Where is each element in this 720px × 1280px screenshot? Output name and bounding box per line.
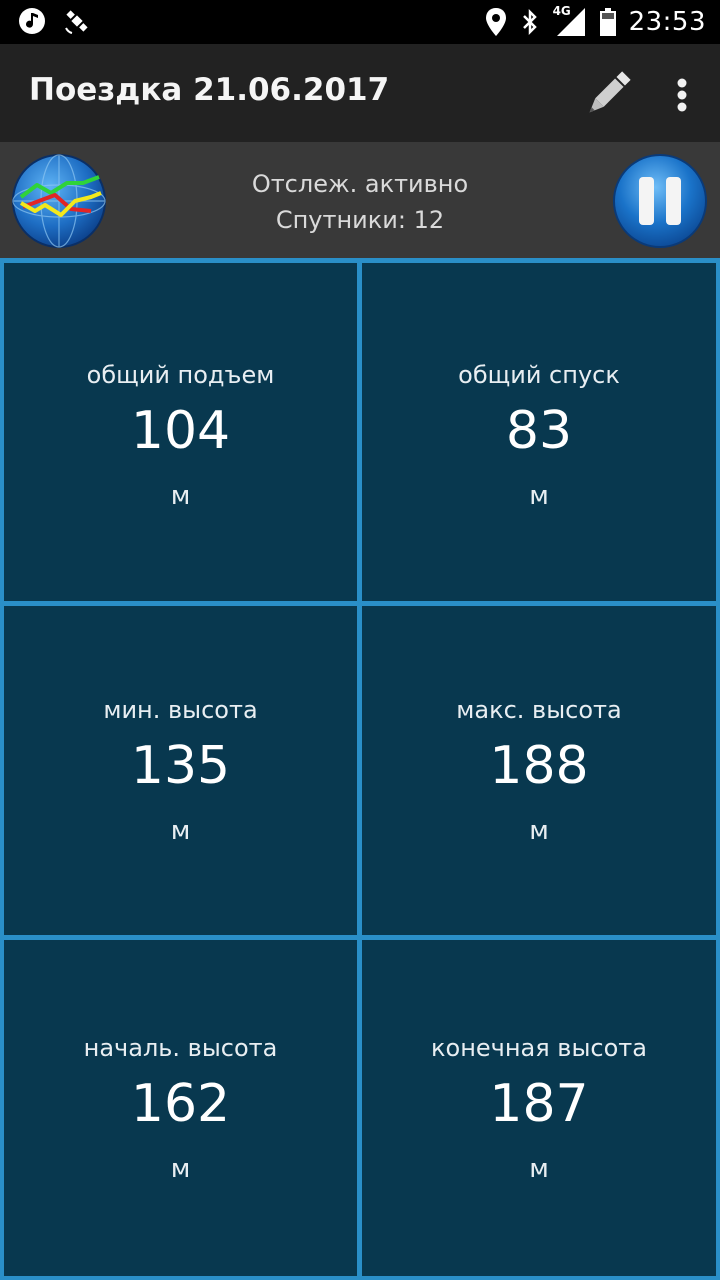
stats-grid: общий подъем 104 м общий спуск 83 м мин.…	[0, 258, 720, 1280]
stat-label: конечная высота	[431, 1034, 647, 1062]
stat-tile-min-altitude[interactable]: мин. высота 135 м	[4, 606, 357, 935]
stat-unit: м	[170, 1154, 191, 1184]
stat-tile-end-altitude[interactable]: конечная высота 187 м	[362, 940, 716, 1276]
stat-label: общий подъем	[86, 361, 275, 389]
stat-value: 188	[489, 736, 589, 796]
status-bar: 4G 23:53	[0, 0, 720, 44]
stat-value: 162	[130, 1074, 231, 1134]
screen: 4G 23:53 Поездка 21.06.2017 Отслеж. акти…	[0, 0, 720, 1280]
stat-unit: м	[170, 816, 191, 846]
edit-button[interactable]	[580, 66, 636, 122]
stat-label: мин. высота	[103, 696, 258, 724]
overflow-menu-icon	[677, 78, 687, 112]
signal-icon: 4G	[552, 4, 587, 38]
track-globe-icon	[12, 154, 106, 248]
satellites-count-text: Спутники: 12	[275, 206, 445, 234]
music-note-icon	[18, 7, 46, 35]
location-pin-icon	[485, 7, 507, 37]
stat-label: началь. высота	[83, 1034, 278, 1062]
stat-tile-total-ascent[interactable]: общий подъем 104 м	[4, 263, 357, 601]
stat-unit: м	[529, 481, 549, 511]
stat-tile-max-altitude[interactable]: макс. высота 188 м	[362, 606, 716, 935]
tracking-bar: Отслеж. активно Спутники: 12	[0, 142, 720, 258]
page-title: Поездка 21.06.2017	[29, 72, 390, 108]
network-type-label: 4G	[552, 4, 571, 18]
stat-unit: м	[529, 816, 549, 846]
stat-tile-start-altitude[interactable]: началь. высота 162 м	[4, 940, 357, 1276]
stat-label: общий спуск	[458, 361, 620, 389]
tracking-status: Отслеж. активно Спутники: 12	[160, 166, 560, 238]
pause-button[interactable]	[612, 153, 708, 249]
stat-value: 83	[505, 401, 573, 461]
stat-unit: м	[529, 1154, 549, 1184]
track-graph-button[interactable]	[11, 153, 107, 249]
app-bar: Поездка 21.06.2017	[0, 44, 720, 142]
satellite-icon	[62, 6, 92, 36]
stat-value: 187	[489, 1074, 589, 1134]
battery-icon	[599, 7, 617, 37]
pencil-icon	[589, 71, 631, 113]
stat-tile-total-descent[interactable]: общий спуск 83 м	[362, 263, 716, 601]
status-clock: 23:53	[628, 7, 706, 37]
pause-icon	[613, 154, 707, 248]
stat-value: 104	[130, 401, 231, 461]
stat-label: макс. высота	[456, 696, 622, 724]
overflow-menu-button[interactable]	[664, 70, 700, 120]
stat-value: 135	[130, 736, 231, 796]
bluetooth-icon	[519, 7, 541, 37]
stat-unit: м	[170, 481, 191, 511]
tracking-state-text: Отслеж. активно	[251, 170, 469, 198]
